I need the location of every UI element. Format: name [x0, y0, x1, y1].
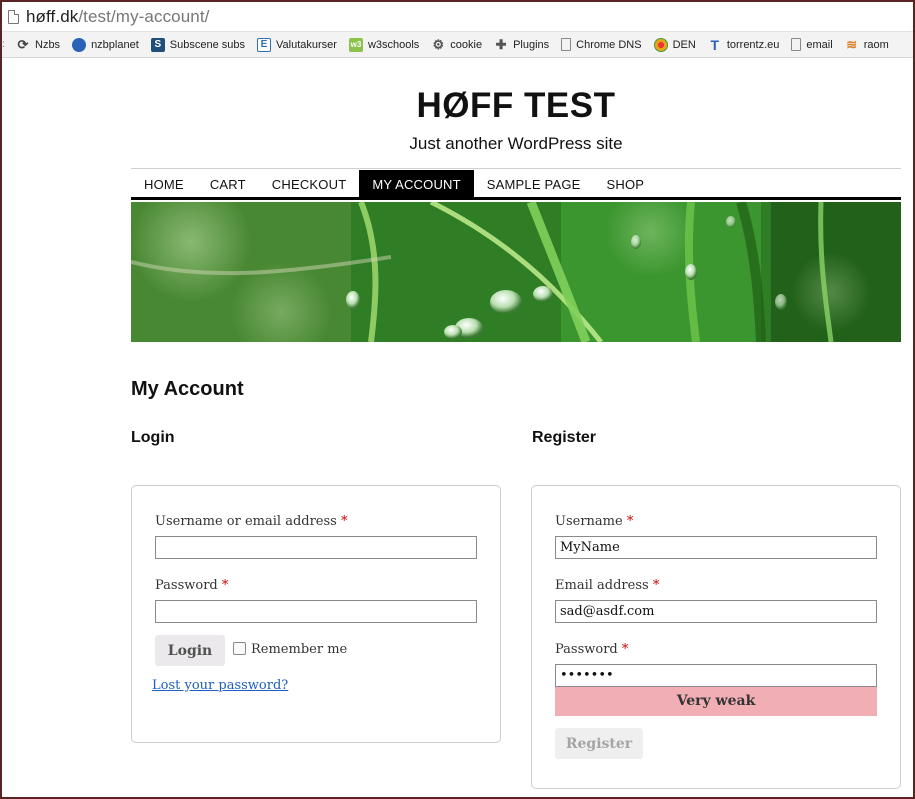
bookmark-label: email [806, 38, 833, 51]
bookmark-label: nzbplanet [91, 38, 139, 51]
nav-item-shop[interactable]: SHOP [594, 170, 658, 199]
login-username-label: Username or email address * [155, 514, 348, 529]
bookmark-w3schools[interactable]: w3 w3schools [348, 37, 420, 52]
bookmark-cookie[interactable]: ⚙ cookie [431, 36, 483, 52]
page-title: My Account [131, 378, 244, 400]
login-username-input[interactable] [155, 536, 477, 559]
header-banner-image [131, 202, 901, 342]
site-description: Just another WordPress site [409, 134, 623, 153]
register-heading: Register [532, 429, 597, 446]
register-email-label-text: Email address [555, 578, 649, 593]
login-password-label: Password * [155, 578, 228, 593]
required-marker: * [621, 642, 629, 657]
page-icon [561, 38, 572, 51]
puzzle-icon: ✚ [495, 36, 507, 52]
login-password-input[interactable] [155, 600, 477, 623]
bookmark-den[interactable]: DEN [653, 37, 696, 52]
valuta-icon: E [257, 37, 271, 52]
page-icon [791, 38, 802, 51]
required-marker: * [652, 578, 660, 593]
remember-me-label[interactable]: Remember me [251, 642, 347, 657]
register-username-input[interactable] [555, 536, 877, 559]
login-heading: Login [131, 429, 175, 446]
bookmark-label: Valutakurser [276, 38, 337, 51]
raom-icon: ≋ [846, 36, 858, 52]
den-icon [653, 37, 668, 52]
main-nav: HOME CART CHECKOUT MY ACCOUNT SAMPLE PAG… [131, 170, 901, 200]
register-username-label: Username * [555, 514, 633, 529]
bookmark-chrome-dns[interactable]: Chrome DNS [561, 38, 642, 51]
password-strength-meter: Very weak [555, 687, 877, 716]
bookmark-label: raom [863, 38, 889, 51]
login-password-label-text: Password [155, 578, 218, 593]
login-username-label-text: Username or email address [155, 514, 337, 529]
register-email-label: Email address * [555, 578, 659, 593]
bookmark-label: Nzbs [35, 38, 61, 51]
url-host: høff.dk [26, 6, 79, 26]
required-marker: * [341, 514, 348, 529]
url-text[interactable]: høff.dk/test/my-account/ [26, 7, 210, 27]
bookmark-torrentz[interactable]: T torrentz.eu [708, 36, 780, 53]
nav-item-checkout[interactable]: CHECKOUT [259, 170, 360, 199]
bookmark-subscene[interactable]: S Subscene subs [150, 37, 245, 52]
register-password-label-text: Password [555, 642, 618, 657]
page-icon [8, 9, 19, 24]
bookmark-label: Subscene subs [169, 38, 245, 51]
lost-password-link[interactable]: Lost your password? [152, 678, 288, 693]
bookmark-label: w3schools [367, 38, 420, 51]
bookmark-label: torrentz.eu [726, 38, 780, 51]
bookmark-plugins[interactable]: ✚ Plugins [494, 36, 550, 52]
url-path: /test/my-account/ [78, 6, 210, 26]
register-email-input[interactable] [555, 600, 877, 623]
subscene-icon: S [150, 37, 165, 52]
bookmark-nzbplanet[interactable]: nzbplanet [72, 37, 139, 52]
bookmark-label: Plugins [513, 38, 550, 51]
bookmark-valutakurser[interactable]: E Valutakurser [257, 37, 337, 52]
w3schools-icon: w3 [348, 37, 363, 52]
nav-item-my-account[interactable]: MY ACCOUNT [359, 170, 474, 199]
bookmarks-bar: : ⟳ Nzbs nzbplanet S Subscene subs E Val… [2, 32, 913, 58]
planet-icon [72, 37, 87, 52]
nav-item-sample-page[interactable]: SAMPLE PAGE [474, 170, 594, 199]
bookmark-email[interactable]: email [791, 38, 833, 51]
refresh-icon: ⟳ [17, 36, 29, 52]
bookmark-label: DEN [672, 38, 696, 51]
nav-item-home[interactable]: HOME [131, 170, 197, 199]
required-marker: * [626, 514, 634, 529]
bookmark-label: cookie [450, 38, 483, 51]
site-title[interactable]: HØFF TEST [131, 86, 901, 126]
login-button[interactable]: Login [155, 635, 225, 666]
register-button[interactable]: Register [555, 728, 643, 759]
nav-divider [131, 168, 901, 169]
bookmark-raom[interactable]: ≋ raom [845, 36, 889, 52]
grass-dew-illustration [131, 202, 901, 342]
bookmark-label: Chrome DNS [576, 38, 642, 51]
address-bar[interactable]: høff.dk/test/my-account/ [2, 2, 913, 32]
torrentz-icon: T [710, 36, 720, 53]
bookmarks-overflow-icon: : [2, 39, 5, 50]
bookmark-nzbs[interactable]: ⟳ Nzbs [16, 36, 61, 52]
register-password-input[interactable] [555, 664, 877, 687]
register-username-label-text: Username [555, 514, 623, 529]
gear-icon: ⚙ [432, 36, 445, 52]
required-marker: * [221, 578, 229, 593]
nav-item-cart[interactable]: CART [197, 170, 259, 199]
register-password-label: Password * [555, 642, 628, 657]
remember-me-checkbox[interactable] [233, 642, 246, 655]
